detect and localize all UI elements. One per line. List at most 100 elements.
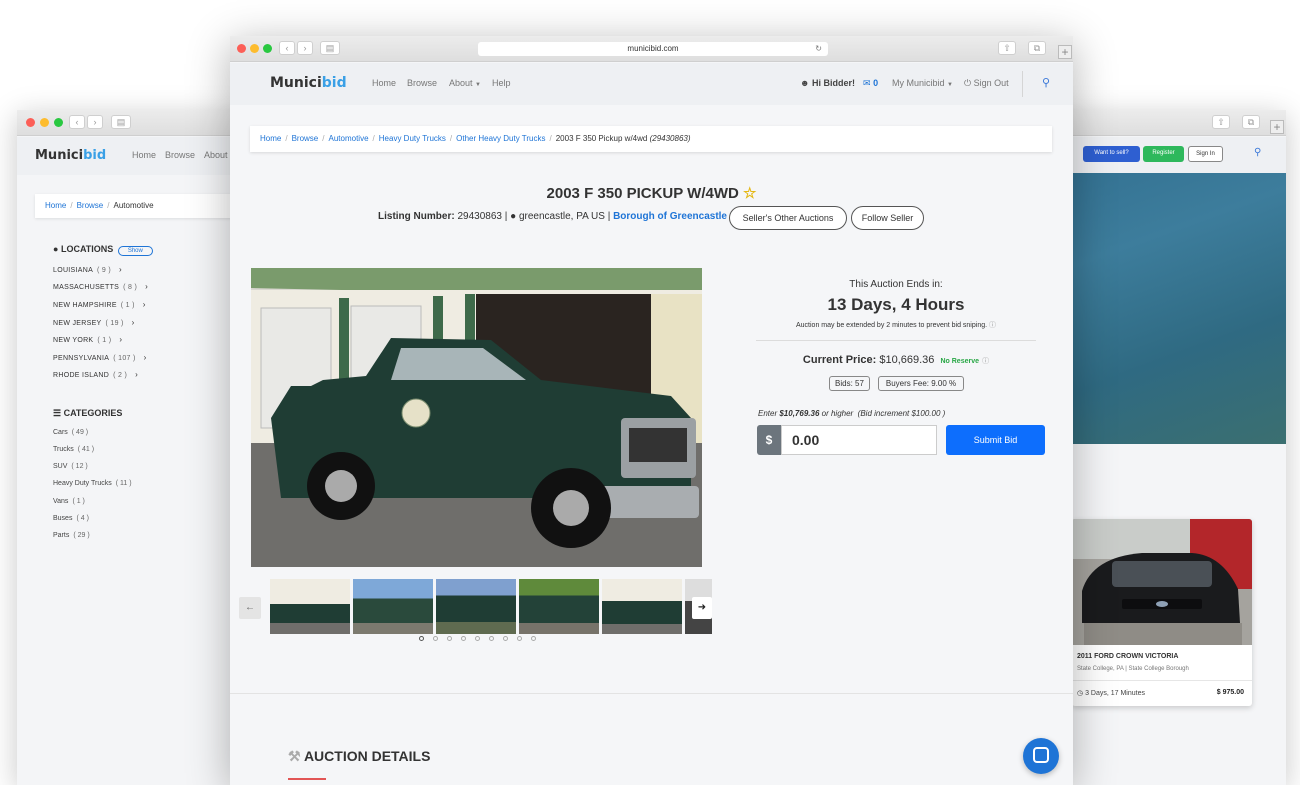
minimize-window-button[interactable] xyxy=(250,44,259,53)
carousel-next-button[interactable]: ➜ xyxy=(692,597,712,619)
auction-card[interactable]: 2011 FORD CROWN VICTORIA State College, … xyxy=(1072,519,1252,706)
location-item[interactable]: NEW HAMPSHIRE( 1 ) › xyxy=(53,300,146,309)
help-circle-icon[interactable]: ⓘ xyxy=(982,358,989,365)
category-item[interactable]: Heavy Duty Trucks( 11 ) xyxy=(53,480,132,487)
nav-home[interactable]: Home xyxy=(372,78,396,88)
submit-bid-button[interactable]: Submit Bid xyxy=(946,425,1045,455)
site-logo[interactable]: Municibid xyxy=(35,148,106,163)
breadcrumb-browse[interactable]: Browse xyxy=(292,134,319,143)
maximize-window-button[interactable] xyxy=(54,118,63,127)
category-item[interactable]: Buses( 4 ) xyxy=(53,515,89,522)
forward-arrow-icon[interactable]: › xyxy=(297,41,313,55)
card-location: State College, PA | State College Boroug… xyxy=(1077,666,1189,672)
breadcrumb-heavy-duty-trucks[interactable]: Heavy Duty Trucks xyxy=(379,134,446,143)
carousel-prev-button[interactable]: ← xyxy=(239,597,261,619)
back-arrow-icon[interactable]: ‹ xyxy=(69,115,85,129)
address-bar[interactable]: municibid.com ↻ xyxy=(478,42,828,56)
nav-about[interactable]: About xyxy=(204,150,228,160)
carousel-dot[interactable] xyxy=(433,636,438,641)
location-item[interactable]: PENNSYLVANIA( 107 ) › xyxy=(53,353,147,362)
carousel-dot[interactable] xyxy=(503,636,508,641)
messages-link[interactable]: ✉ 0 xyxy=(863,78,878,89)
bids-count[interactable]: Bids: 57 xyxy=(829,376,870,391)
category-item[interactable]: Cars( 49 ) xyxy=(53,429,88,436)
breadcrumb-automotive[interactable]: Automotive xyxy=(329,134,369,143)
breadcrumb-other-heavy-duty-trucks[interactable]: Other Heavy Duty Trucks xyxy=(456,134,545,143)
back-arrow-icon[interactable]: ‹ xyxy=(279,41,295,55)
search-icon[interactable]: ⚲ xyxy=(1254,147,1261,158)
carousel-dot[interactable] xyxy=(461,636,466,641)
seller-link[interactable]: Borough of Greencastle xyxy=(613,211,727,222)
carousel-dot[interactable] xyxy=(447,636,452,641)
thumbnail[interactable] xyxy=(353,579,433,634)
nav-browse[interactable]: Browse xyxy=(407,78,437,88)
carousel-dot[interactable] xyxy=(517,636,522,641)
want-to-sell-button[interactable]: Want to sell? xyxy=(1083,146,1140,162)
clock-icon: ◷ xyxy=(1077,690,1084,697)
search-icon[interactable]: ⚲ xyxy=(1042,76,1050,89)
site-logo[interactable]: Municibid xyxy=(270,75,347,91)
tabs-icon[interactable]: ⧉ xyxy=(1242,115,1260,129)
chevron-right-icon: › xyxy=(142,300,146,309)
thumbnail[interactable] xyxy=(270,579,350,634)
breadcrumb-home[interactable]: Home xyxy=(260,134,281,143)
main-vehicle-photo[interactable] xyxy=(251,268,702,567)
new-tab-button[interactable]: + xyxy=(1058,45,1072,59)
my-municibid-menu[interactable]: My Municibid ▼ xyxy=(892,78,953,88)
locations-show-button[interactable]: Show xyxy=(117,246,153,256)
chevron-right-icon: › xyxy=(119,265,122,274)
location-item[interactable]: MASSACHUSETTS( 8 ) › xyxy=(53,282,148,291)
close-window-button[interactable] xyxy=(26,118,35,127)
categories-heading: ☰ CATEGORIES xyxy=(53,408,123,418)
sidebar-toggle-icon[interactable]: ▤ xyxy=(320,41,340,55)
gavel-icon: ⚒ xyxy=(288,748,301,764)
sidebar-toggle-icon[interactable]: ▤ xyxy=(111,115,131,129)
register-button[interactable]: Register xyxy=(1143,146,1184,162)
carousel-dot[interactable] xyxy=(419,636,424,641)
favorite-star-icon[interactable]: ☆ xyxy=(743,185,756,202)
carousel-dot[interactable] xyxy=(475,636,480,641)
caret-down-icon: ▼ xyxy=(947,82,953,88)
sign-in-button[interactable]: Sign In xyxy=(1188,146,1223,162)
maximize-window-button[interactable] xyxy=(263,44,272,53)
thumbnail[interactable] xyxy=(602,579,682,634)
breadcrumb-browse[interactable]: Browse xyxy=(77,201,104,210)
breadcrumb-current: Automotive xyxy=(113,201,154,210)
nav-help[interactable]: Help xyxy=(492,78,511,88)
thumbnail[interactable] xyxy=(519,579,599,634)
category-item[interactable]: Trucks( 41 ) xyxy=(53,446,94,453)
chat-launcher-button[interactable] xyxy=(1023,738,1059,774)
seller-other-auctions-button[interactable]: Seller's Other Auctions xyxy=(729,206,847,230)
thumbnail[interactable] xyxy=(436,579,516,634)
main-browser-window: ‹ › ▤ municibid.com ↻ ⇧ ⧉ + Municibid Hom… xyxy=(230,36,1073,785)
location-item[interactable]: NEW YORK( 1 ) › xyxy=(53,335,122,344)
close-window-button[interactable] xyxy=(237,44,246,53)
minimize-window-button[interactable] xyxy=(40,118,49,127)
nav-home[interactable]: Home xyxy=(132,150,156,160)
forward-arrow-icon[interactable]: › xyxy=(87,115,103,129)
tabs-icon[interactable]: ⧉ xyxy=(1028,41,1046,55)
location-item[interactable]: RHODE ISLAND( 2 ) › xyxy=(53,370,138,379)
share-icon[interactable]: ⇧ xyxy=(1212,115,1230,129)
nav-about[interactable]: About ▼ xyxy=(449,78,481,88)
location-item[interactable]: NEW JERSEY( 19 ) › xyxy=(53,318,135,327)
reload-icon[interactable]: ↻ xyxy=(815,42,822,56)
chevron-right-icon: › xyxy=(135,370,139,379)
category-item[interactable]: Vans( 1 ) xyxy=(53,498,85,505)
breadcrumb-home[interactable]: Home xyxy=(45,201,66,210)
carousel-dot[interactable] xyxy=(489,636,494,641)
carousel-dot[interactable] xyxy=(531,636,536,641)
nav-browse[interactable]: Browse xyxy=(165,150,195,160)
sign-out-link[interactable]: ⏻ Sign Out xyxy=(964,78,1009,89)
share-icon[interactable]: ⇧ xyxy=(998,41,1016,55)
location-item[interactable]: LOUISIANA( 9 ) › xyxy=(53,265,122,274)
user-greeting[interactable]: ☻ Hi Bidder! xyxy=(800,78,855,88)
category-item[interactable]: Parts( 29 ) xyxy=(53,532,90,539)
auction-details-heading: ⚒ AUCTION DETAILS xyxy=(288,748,431,764)
bid-amount-input[interactable]: 0.00 xyxy=(781,425,937,455)
help-circle-icon[interactable]: ⓘ xyxy=(989,322,996,329)
category-item[interactable]: SUV( 12 ) xyxy=(53,463,88,470)
new-tab-button[interactable]: + xyxy=(1270,120,1284,134)
carousel-dots xyxy=(419,636,539,642)
follow-seller-button[interactable]: Follow Seller xyxy=(851,206,924,230)
